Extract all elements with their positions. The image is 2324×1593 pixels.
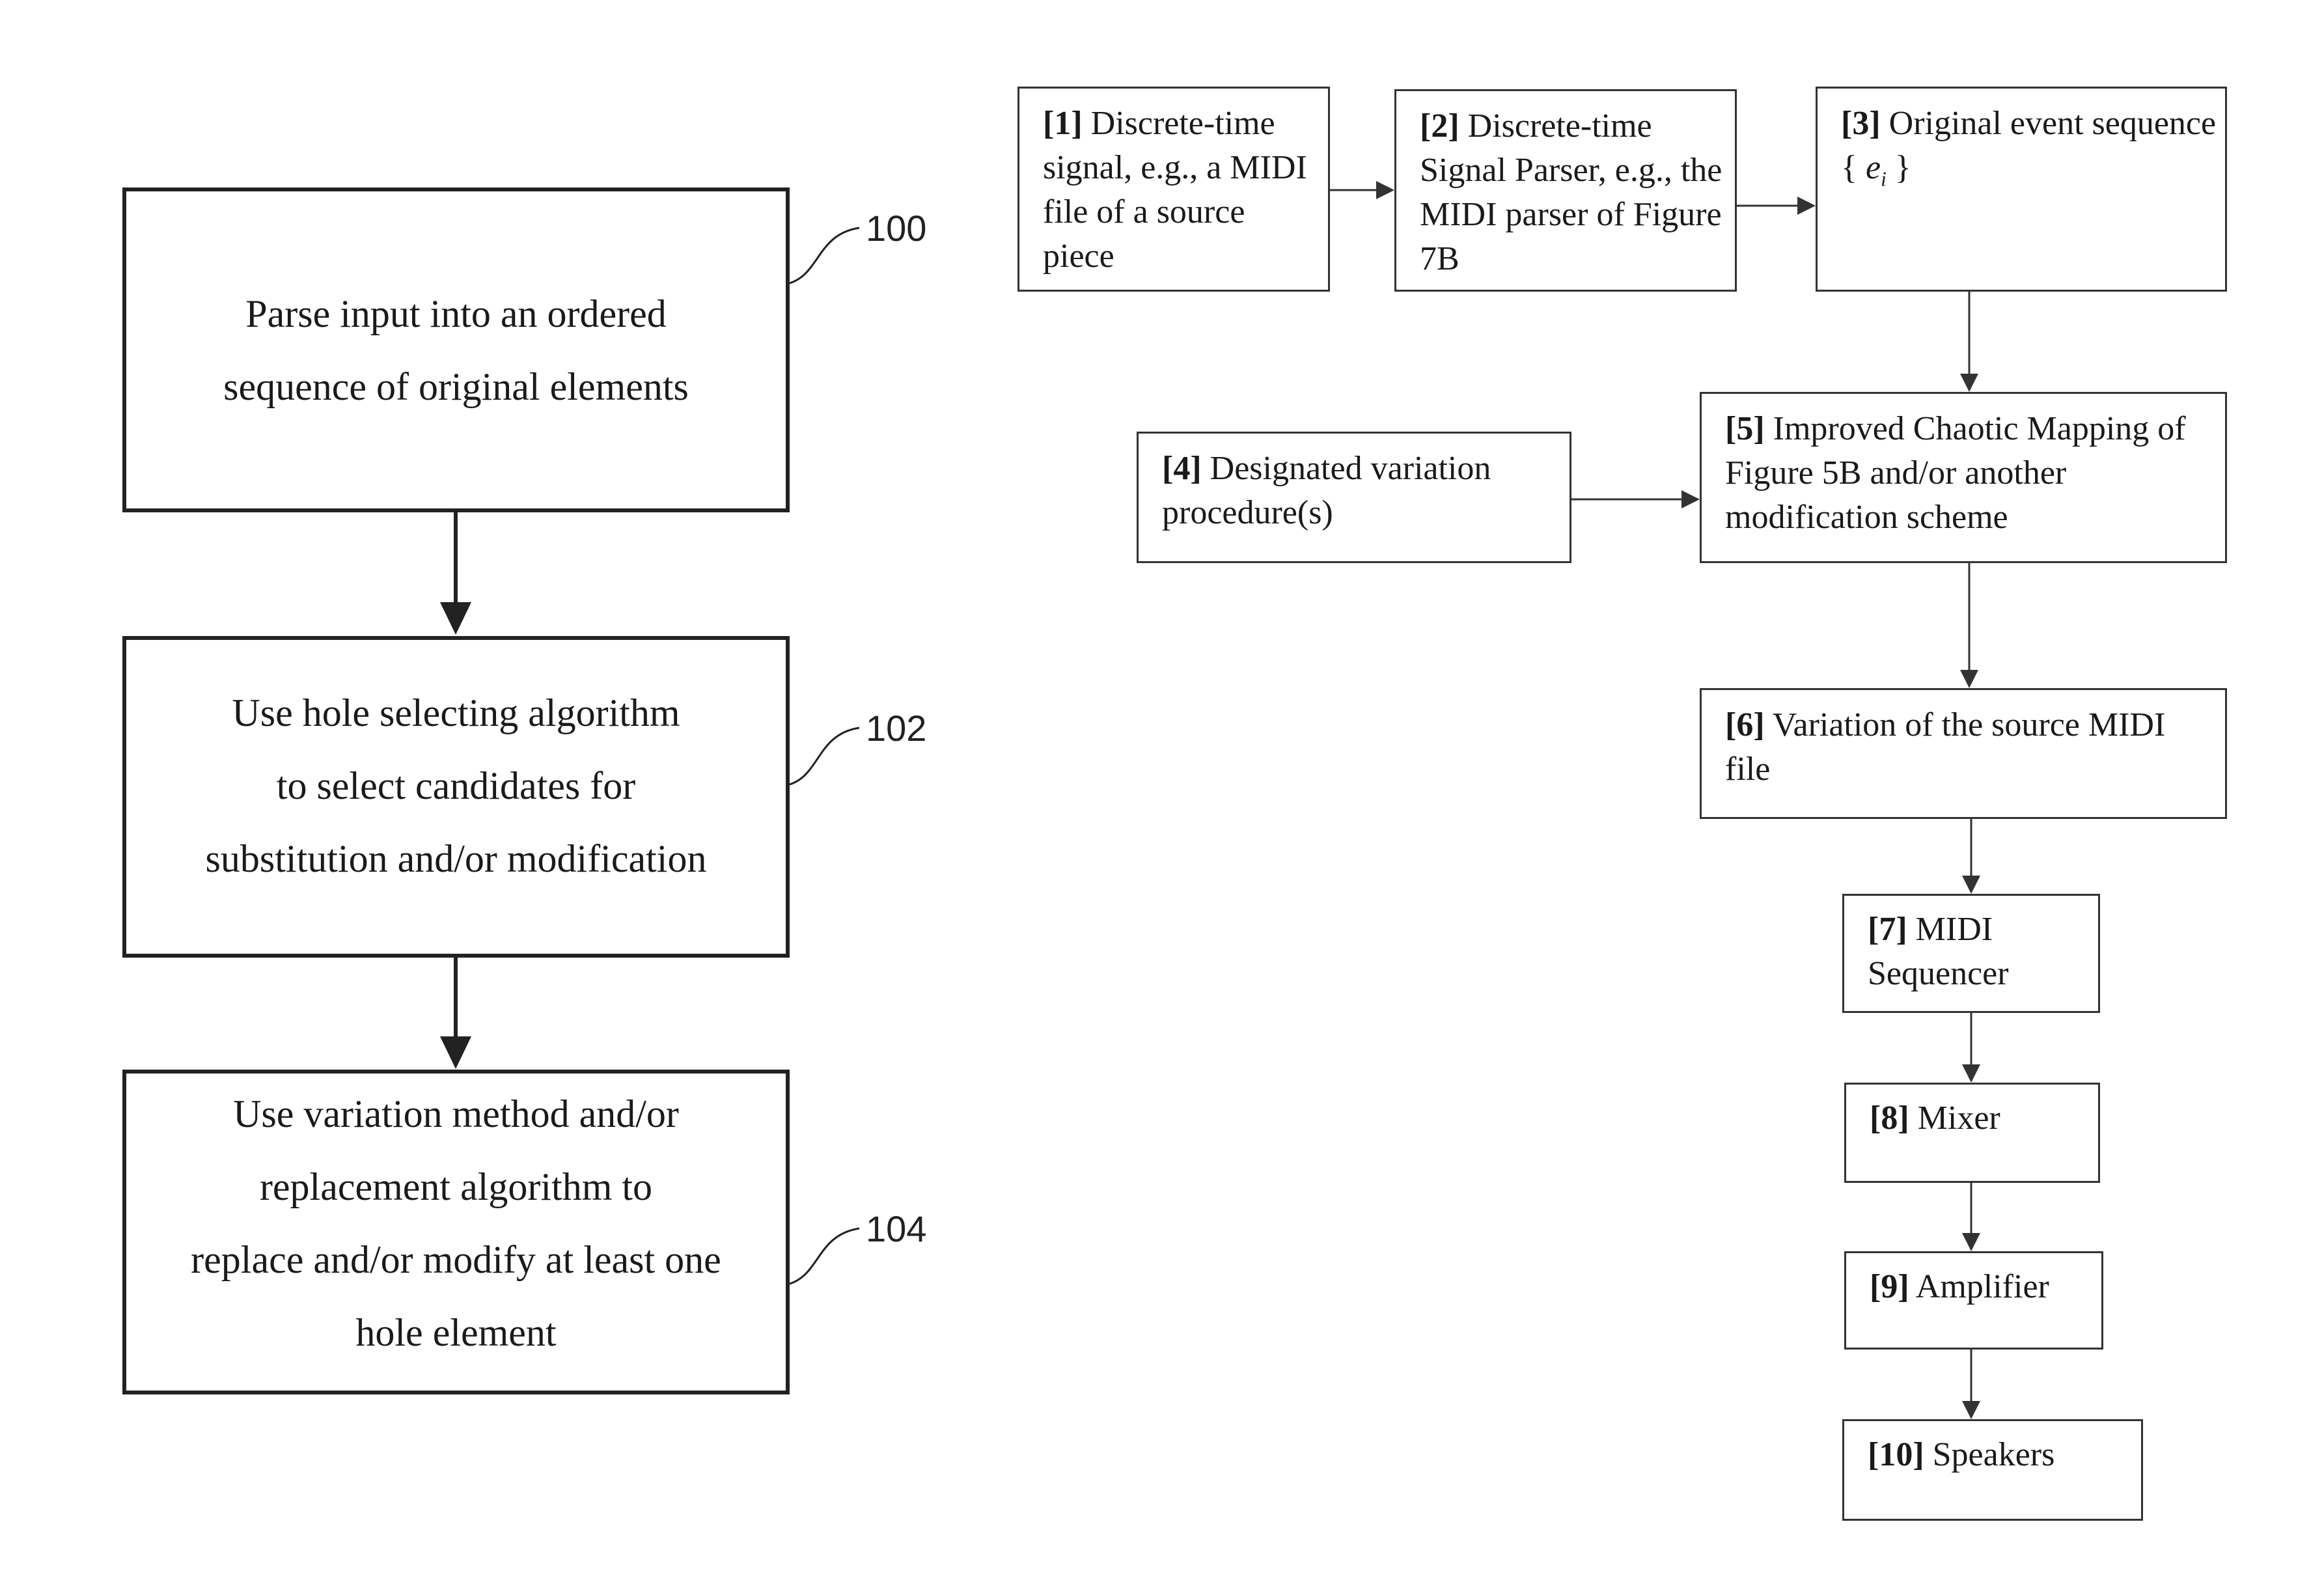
block-10-number: [10] <box>1868 1436 1924 1473</box>
block-6-number: [6] <box>1725 706 1765 743</box>
step-104-line-1: Use variation method and/or <box>233 1092 679 1135</box>
step-100-line-2: sequence of original elements <box>223 365 689 408</box>
arrow-100-to-102 <box>440 512 471 635</box>
block-5-text: Improved Chaotic Mapping of Figure 5B an… <box>1725 410 2186 536</box>
block-4-number: [4] <box>1162 450 1202 487</box>
block-3-text: Original event sequence <box>1888 105 2217 142</box>
step-104-line-4: hole element <box>355 1311 557 1354</box>
event-set-symbol: { ei } <box>1841 149 1911 191</box>
block-3-original-event-sequence: [3] Original event sequence { ei } <box>1816 87 2227 292</box>
arrow-102-to-104 <box>440 958 471 1069</box>
leader-100 <box>789 227 860 284</box>
block-9-text: Amplifier <box>1915 1268 2049 1305</box>
arrow-6-to-7 <box>1962 819 1980 894</box>
ref-label-102: 102 <box>866 708 927 749</box>
block-2-signal-parser: [2] Discrete-time Signal Parser, e.g., t… <box>1394 89 1737 292</box>
block-8-number: [8] <box>1870 1100 1909 1137</box>
arrow-4-to-5 <box>1571 490 1700 508</box>
block-7-midi-sequencer: [7] MIDI Sequencer <box>1842 894 2100 1013</box>
step-102-line-1: Use hole selecting algorithm <box>232 691 680 734</box>
block-5-chaotic-mapping: [5] Improved Chaotic Mapping of Figure 5… <box>1700 392 2227 563</box>
block-10-text: Speakers <box>1932 1436 2055 1473</box>
arrow-7-to-8 <box>1962 1013 1980 1083</box>
arrow-3-to-5 <box>1960 292 1978 392</box>
block-4-text: Designated variation procedure(s) <box>1162 450 1491 531</box>
step-104-line-3: replace and/or modify at least one <box>191 1238 721 1281</box>
ref-label-100: 100 <box>866 208 927 249</box>
block-8-mixer: [8] Mixer <box>1844 1083 2100 1183</box>
block-2-number: [2] <box>1420 107 1459 145</box>
step-102-line-2: to select candidates for <box>276 764 636 807</box>
block-9-number: [9] <box>1870 1268 1909 1305</box>
arrow-8-to-9 <box>1962 1183 1980 1251</box>
leader-104 <box>789 1227 860 1285</box>
block-7-number: [7] <box>1868 911 1907 948</box>
block-8-text: Mixer <box>1917 1100 2000 1137</box>
block-10-speakers: [10] Speakers <box>1842 1419 2143 1521</box>
step-box-104: Use variation method and/or replacement … <box>122 1070 790 1394</box>
block-6-variation-midi: [6] Variation of the source MIDI file <box>1700 688 2227 819</box>
block-6-text: Variation of the source MIDI file <box>1725 706 2166 788</box>
arrow-1-to-2 <box>1330 181 1394 199</box>
step-102-line-3: substitution and/or modification <box>205 837 707 880</box>
step-box-102: Use hole selecting algorithm to select c… <box>122 636 790 958</box>
block-4-variation-procedures: [4] Designated variation procedure(s) <box>1137 432 1571 563</box>
arrow-5-to-6 <box>1960 563 1978 688</box>
step-box-100: Parse input into an ordered sequence of … <box>122 187 790 512</box>
step-100-line-1: Parse input into an ordered <box>245 292 667 335</box>
block-1-discrete-time-signal: [1] Discrete-time signal, e.g., a MIDI f… <box>1017 87 1330 292</box>
block-1-text: Discrete-time signal, e.g., a MIDI file … <box>1043 105 1307 275</box>
block-2-text: Discrete-time Signal Parser, e.g., the M… <box>1420 107 1722 277</box>
arrow-2-to-3 <box>1737 197 1816 215</box>
ref-label-104: 104 <box>866 1208 927 1249</box>
step-104-line-2: replacement algorithm to <box>259 1165 653 1208</box>
block-9-amplifier: [9] Amplifier <box>1844 1251 2103 1350</box>
block-1-number: [1] <box>1043 105 1083 142</box>
block-3-number: [3] <box>1841 105 1881 142</box>
block-5-number: [5] <box>1725 410 1765 447</box>
arrow-9-to-10 <box>1962 1350 1980 1419</box>
leader-102 <box>789 727 860 786</box>
